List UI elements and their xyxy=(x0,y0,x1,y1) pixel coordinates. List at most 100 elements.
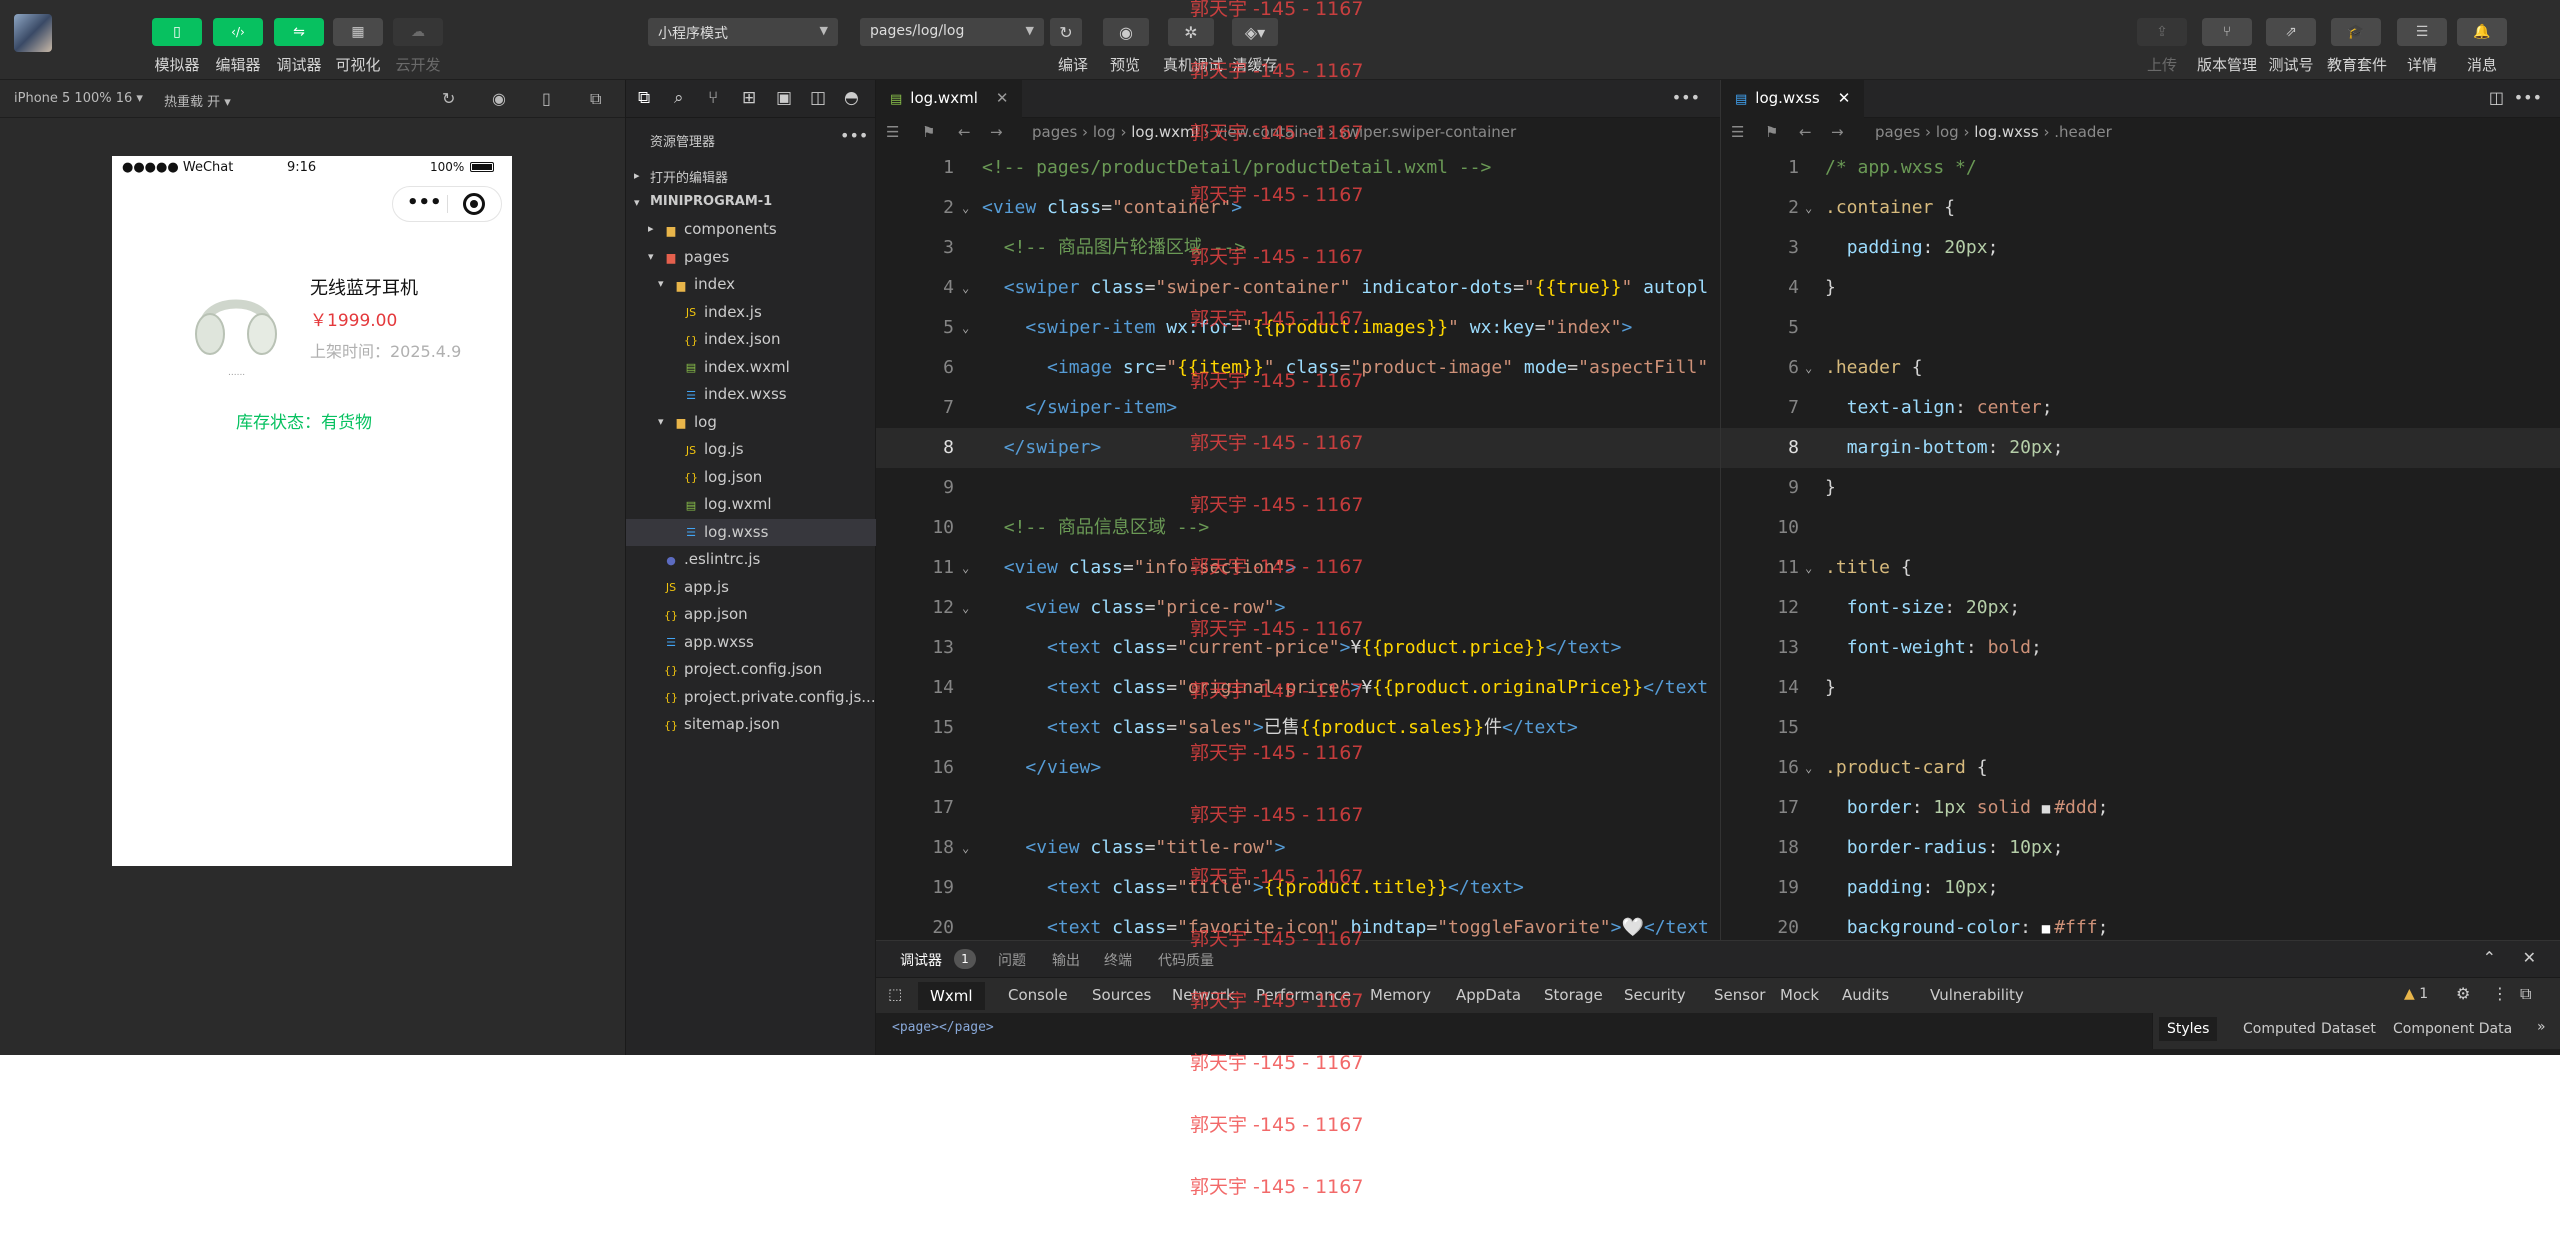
extensions-icon[interactable]: ⊞ xyxy=(742,88,756,108)
tree-item[interactable]: ▸ ▆ components xyxy=(626,216,876,243)
tree-item[interactable]: ▾ ▆ pages xyxy=(626,244,876,271)
more-tabs-icon[interactable]: » xyxy=(2537,1019,2546,1035)
devtools-tab-appdata[interactable]: AppData xyxy=(1456,986,1521,1004)
simulator-toggle-button[interactable]: ▯ xyxy=(152,18,202,46)
tree-item[interactable]: {} project.private.config.js... xyxy=(626,684,876,711)
open-editors-section[interactable]: ▸ 打开的编辑器 xyxy=(626,162,876,189)
hot-reload-toggle[interactable]: 热重载 开 ▾ xyxy=(164,91,231,110)
devtools-tab-mock[interactable]: Mock xyxy=(1780,986,1819,1004)
remote-debug-button[interactable]: ✲ xyxy=(1168,18,1214,46)
tree-item[interactable]: ☰ log.wxss xyxy=(626,518,876,546)
close-capsule-icon[interactable] xyxy=(463,193,485,215)
avatar[interactable] xyxy=(14,14,52,52)
docker-icon[interactable]: ◓ xyxy=(844,88,859,108)
devtools-tab-storage[interactable]: Storage xyxy=(1544,986,1603,1004)
wxss-editor[interactable]: ▤ log.wxss ✕ ◫ ••• ☰ ⚑ ← → pages › log › l… xyxy=(1720,80,2560,940)
code-line[interactable]: 17 border: 1px solid ■ #ddd; xyxy=(1721,788,2560,828)
warning-indicator[interactable]: ▲ 1 xyxy=(2404,986,2428,1002)
code-line[interactable]: 1 /* app.wxss */ xyxy=(1721,148,2560,188)
fold-icon[interactable]: ⌄ xyxy=(962,268,969,308)
messages-button[interactable]: 🔔 xyxy=(2457,18,2507,46)
device-select[interactable]: iPhone 5 100% 16 ▾ xyxy=(14,91,143,106)
code-line[interactable]: 2 ⌄ .container { xyxy=(1721,188,2560,228)
tree-item[interactable]: ▾ ▆ index xyxy=(626,271,876,298)
code-line[interactable]: 13 font-weight: bold; xyxy=(1721,628,2560,668)
source-control-icon[interactable]: ⑂ xyxy=(708,88,718,108)
capsule-menu[interactable]: ••• xyxy=(392,186,502,222)
devtools-tab-security[interactable]: Security xyxy=(1624,986,1686,1004)
version-button[interactable]: ⑂ xyxy=(2202,18,2252,46)
split-editor-icon[interactable]: ◫ xyxy=(2489,88,2504,107)
device-icon[interactable]: ▯ xyxy=(542,89,551,108)
code-line[interactable]: 4} xyxy=(1721,268,2560,308)
cloud-dev-button[interactable]: ☁ xyxy=(393,18,443,46)
fold-icon[interactable]: ⌄ xyxy=(1805,548,1812,588)
code-line[interactable]: 7 </swiper-item> xyxy=(876,388,1720,428)
tree-item[interactable]: JS index.js xyxy=(626,299,876,326)
devtools-tab-vulnerability[interactable]: Vulnerability xyxy=(1930,986,2024,1004)
tree-item[interactable]: ▤ index.wxml xyxy=(626,354,876,381)
devtools-tab-memory[interactable]: Memory xyxy=(1370,986,1431,1004)
close-icon[interactable]: ✕ xyxy=(996,89,1009,107)
split-icon[interactable]: ◫ xyxy=(810,88,826,108)
fold-icon[interactable]: ⌄ xyxy=(962,588,969,628)
tab-log-wxml[interactable]: ▤ log.wxml ✕ xyxy=(876,80,1023,118)
more-icon[interactable]: ••• xyxy=(2514,88,2542,107)
kebab-icon[interactable]: ⋮ xyxy=(2492,984,2508,1003)
visual-toggle-button[interactable]: ▦ xyxy=(333,18,383,46)
dock-icon[interactable]: ⧉ xyxy=(2520,984,2531,1004)
details-button[interactable]: ☰ xyxy=(2397,18,2447,46)
tree-item[interactable]: ☰ index.wxss xyxy=(626,381,876,408)
close-icon[interactable]: ✕ xyxy=(2523,948,2536,967)
tab-styles[interactable]: Styles xyxy=(2159,1017,2218,1041)
tree-item[interactable]: {} project.config.json xyxy=(626,656,876,683)
forward-icon[interactable]: → xyxy=(990,123,1003,141)
tree-item[interactable]: JS app.js xyxy=(626,574,876,601)
devtools-tab-audits[interactable]: Audits xyxy=(1842,986,1889,1004)
back-icon[interactable]: ← xyxy=(1799,123,1812,141)
debugger-toggle-button[interactable]: ⇋ xyxy=(274,18,324,46)
fold-icon[interactable]: ⌄ xyxy=(962,188,969,228)
tab-dataset[interactable]: Dataset xyxy=(2321,1021,2376,1037)
code-line[interactable]: 16 ⌄ .product-card { xyxy=(1721,748,2560,788)
tab-component-data[interactable]: Component Data xyxy=(2393,1021,2512,1037)
more-icon[interactable]: ••• xyxy=(840,126,868,145)
list-icon[interactable]: ☰ xyxy=(886,123,899,141)
fold-icon[interactable]: ⌄ xyxy=(962,548,969,588)
tree-item[interactable]: {} app.json xyxy=(626,601,876,628)
tree-item[interactable]: ☰ app.wxss xyxy=(626,629,876,656)
tab-output[interactable]: 输出 xyxy=(1052,950,1080,970)
code-line[interactable]: 19 padding: 10px; xyxy=(1721,868,2560,908)
rotate-icon[interactable]: ↻ xyxy=(442,89,455,108)
gear-icon[interactable]: ⚙ xyxy=(2456,984,2470,1003)
record-icon[interactable]: ◉ xyxy=(492,89,506,108)
code-line[interactable]: 20 background-color: ■ #fff; xyxy=(1721,908,2560,940)
upload-button[interactable]: ⇪ xyxy=(2137,18,2187,46)
inspect-icon[interactable]: ⬚ xyxy=(888,985,902,1003)
tab-log-wxss[interactable]: ▤ log.wxss ✕ xyxy=(1721,80,1865,118)
collapse-icon[interactable]: ⌃ xyxy=(2483,948,2496,967)
tree-item[interactable]: ▤ log.wxml xyxy=(626,491,876,518)
debugger-title[interactable]: 调试器 xyxy=(900,950,942,970)
bookmark-icon[interactable]: ⚑ xyxy=(1765,123,1778,141)
tree-item[interactable]: JS log.js xyxy=(626,436,876,463)
bookmark-icon[interactable]: ⚑ xyxy=(922,123,935,141)
list-icon[interactable]: ☰ xyxy=(1731,123,1744,141)
education-button[interactable]: 🎓 xyxy=(2331,18,2381,46)
mode-select[interactable]: 小程序模式 ▼ xyxy=(648,18,838,46)
fold-icon[interactable]: ⌄ xyxy=(1805,348,1812,388)
code-line[interactable]: 9} xyxy=(1721,468,2560,508)
tree-item[interactable]: {} log.json xyxy=(626,464,876,491)
tab-computed[interactable]: Computed xyxy=(2243,1021,2316,1037)
back-icon[interactable]: ← xyxy=(958,123,971,141)
tree-item[interactable]: {} index.json xyxy=(626,326,876,353)
more-icon[interactable]: ••• xyxy=(1672,88,1700,107)
devtools-tab-wxml[interactable]: Wxml xyxy=(918,982,985,1010)
tab-code-quality[interactable]: 代码质量 xyxy=(1158,950,1214,970)
code-line[interactable]: 8 margin-bottom: 20px; xyxy=(1721,428,2560,468)
fold-icon[interactable]: ⌄ xyxy=(1805,188,1812,228)
code-line[interactable]: 18 border-radius: 10px; xyxy=(1721,828,2560,868)
files-icon[interactable]: ⧉ xyxy=(638,88,650,108)
code-line[interactable]: 3 padding: 20px; xyxy=(1721,228,2560,268)
devtools-tab-sources[interactable]: Sources xyxy=(1092,986,1151,1004)
